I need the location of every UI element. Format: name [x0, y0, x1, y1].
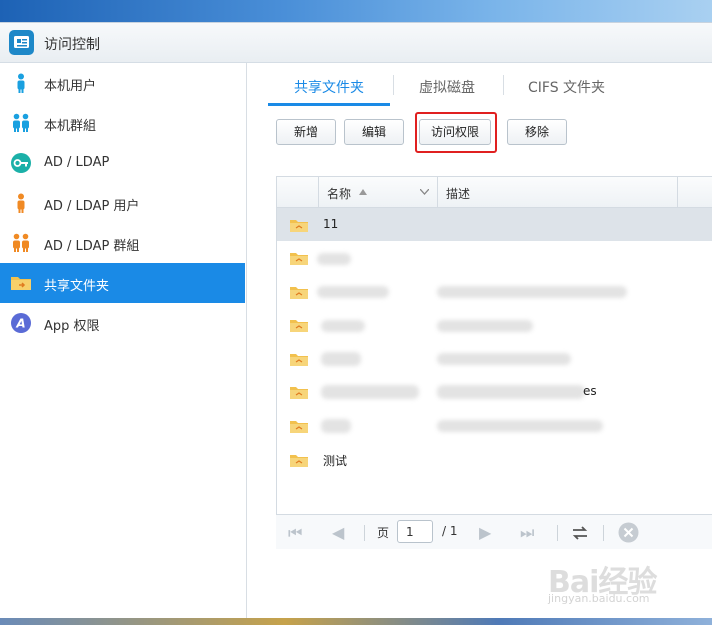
- edit-button[interactable]: 编辑: [344, 119, 404, 145]
- sidebar-item-shared-folders[interactable]: 共享文件夹: [0, 263, 245, 303]
- shared-folder-icon: [290, 421, 308, 433]
- redacted-name: [317, 286, 389, 298]
- sidebar-item-label: AD / LDAP: [44, 155, 110, 170]
- table-row[interactable]: [277, 409, 712, 442]
- previous-page-icon[interactable]: ◀: [332, 523, 344, 542]
- refresh-icon[interactable]: [571, 525, 589, 541]
- redacted-name: [321, 352, 361, 366]
- tab-divider: [393, 75, 394, 95]
- sidebar-item-label: AD / LDAP 群組: [44, 239, 140, 254]
- watermark-url: jingyan.baidu.com: [548, 592, 650, 605]
- redacted-name: [321, 419, 351, 433]
- pager-divider: [364, 525, 365, 541]
- table-row[interactable]: [277, 241, 712, 274]
- access-control-window: 访问控制 本机用户 本机群組 AD / LDAP AD / LDAP 用户 AD…: [0, 22, 712, 619]
- redacted-name: [317, 253, 351, 265]
- sort-ascending-icon: [359, 189, 367, 195]
- table-row[interactable]: [277, 275, 712, 308]
- sidebar-item-app-permissions[interactable]: A App 权限: [0, 303, 245, 343]
- group-icon: [13, 113, 29, 132]
- row-description: es: [583, 384, 597, 398]
- column-header-name[interactable]: 名称: [327, 185, 351, 202]
- column-menu-chevron-icon[interactable]: [420, 189, 429, 195]
- pager-divider: [557, 525, 558, 541]
- shared-folder-icon: [11, 277, 31, 290]
- redacted-description: [437, 353, 571, 365]
- shared-folder-icon: [290, 287, 308, 299]
- ldap-user-icon: [17, 193, 25, 213]
- table-row[interactable]: [277, 342, 712, 375]
- app-permission-icon: A: [11, 313, 31, 333]
- page-label: 页: [377, 526, 390, 540]
- sidebar-item-label: 本机群組: [44, 119, 97, 134]
- redacted-description: [437, 385, 585, 399]
- shared-folder-icon: [290, 455, 308, 467]
- sidebar-item-ad-ldap-users[interactable]: AD / LDAP 用户: [0, 183, 245, 223]
- table-row[interactable]: es: [277, 375, 712, 408]
- shared-folder-icon: [290, 387, 308, 399]
- tab-virtual-disk[interactable]: 虚拟磁盘: [419, 77, 475, 97]
- sidebar-item-ad-ldap-groups[interactable]: AD / LDAP 群組: [0, 223, 245, 263]
- window-title: 访问控制: [44, 37, 100, 53]
- redacted-name: [321, 320, 365, 332]
- table-row[interactable]: [277, 308, 712, 341]
- page-number-input[interactable]: 1: [397, 520, 433, 543]
- pager-divider: [603, 525, 604, 541]
- tab-cifs-folder[interactable]: CIFS 文件夹: [528, 77, 605, 97]
- redacted-description: [437, 286, 627, 298]
- clear-filter-icon[interactable]: [618, 522, 639, 543]
- add-button[interactable]: 新增: [276, 119, 336, 145]
- sidebar-item-label: App 权限: [44, 319, 100, 334]
- total-pages: / 1: [442, 524, 458, 538]
- remove-button[interactable]: 移除: [507, 119, 567, 145]
- shared-folder-icon: [290, 253, 308, 265]
- titlebar: 访问控制: [0, 23, 712, 63]
- annotation-highlight: [415, 112, 497, 153]
- tab-bar: 共享文件夹 虚拟磁盘 CIFS 文件夹: [247, 63, 712, 107]
- tab-shared-folders[interactable]: 共享文件夹: [294, 77, 364, 97]
- sidebar-item-local-users[interactable]: 本机用户: [0, 63, 245, 103]
- sidebar-item-label: 本机用户: [44, 79, 97, 94]
- shared-folder-icon: [290, 320, 308, 332]
- main-content: 共享文件夹 虚拟磁盘 CIFS 文件夹 新增 编辑 访问权限 移除 名称 描述: [247, 63, 712, 619]
- redacted-name: [321, 385, 419, 399]
- redacted-description: [437, 420, 603, 432]
- pagination-bar: ⏮ ◀ 页 1 / 1 ▶ ⏭: [276, 514, 712, 549]
- svg-text:A: A: [15, 317, 25, 331]
- first-page-icon[interactable]: ⏮: [288, 523, 302, 543]
- tab-divider: [503, 75, 504, 95]
- table-header: 名称 描述: [277, 177, 712, 208]
- desktop-taskbar-strip: [0, 618, 712, 625]
- key-icon: [11, 153, 31, 173]
- last-page-icon[interactable]: ⏭: [520, 523, 534, 543]
- column-header-description[interactable]: 描述: [446, 185, 470, 202]
- sidebar-item-label: AD / LDAP 用户: [44, 199, 140, 214]
- column-divider: [318, 177, 319, 207]
- access-control-app-icon: [9, 30, 34, 55]
- ldap-group-icon: [13, 233, 29, 252]
- sidebar: 本机用户 本机群組 AD / LDAP AD / LDAP 用户 AD / LD…: [0, 63, 247, 619]
- next-page-icon[interactable]: ▶: [479, 523, 491, 542]
- column-divider: [677, 177, 678, 207]
- row-name: 测试: [323, 454, 348, 468]
- column-divider: [437, 177, 438, 207]
- redacted-description: [437, 320, 533, 332]
- sidebar-item-local-groups[interactable]: 本机群組: [0, 103, 245, 143]
- active-tab-indicator: [268, 103, 390, 106]
- sidebar-item-ad-ldap[interactable]: AD / LDAP: [0, 143, 245, 183]
- shared-folder-icon: [290, 220, 308, 232]
- row-name: 11: [323, 217, 339, 231]
- sidebar-item-label: 共享文件夹: [44, 279, 110, 294]
- shared-folder-table: 名称 描述 11 es 测试: [276, 176, 712, 548]
- table-row[interactable]: 11: [277, 208, 712, 241]
- table-row[interactable]: 测试: [277, 443, 712, 476]
- shared-folder-icon: [290, 354, 308, 366]
- desktop-background: [0, 0, 712, 22]
- user-icon: [17, 73, 25, 93]
